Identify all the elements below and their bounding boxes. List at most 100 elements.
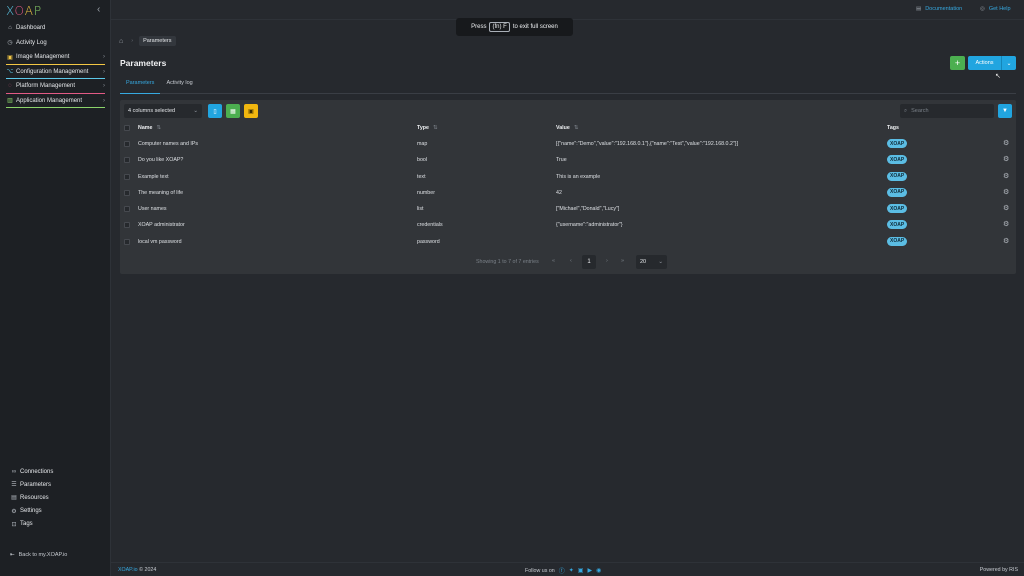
- cell-type: number: [417, 190, 435, 196]
- book-icon: ▤: [916, 6, 921, 12]
- sidebar-item-parameters[interactable]: ☰ Parameters: [0, 478, 111, 491]
- page-size-select[interactable]: 20 ⌄: [636, 255, 667, 269]
- fullscreen-toast: Press (fn) F to exit full screen: [456, 18, 573, 36]
- toast-key: (fn) F: [489, 22, 509, 32]
- sidebar-item-dashboard[interactable]: ⌂ Dashboard: [0, 21, 111, 36]
- table-row[interactable]: Do you like XOAP? bool True XOAP ⚙: [120, 152, 1016, 168]
- sidebar-item-configuration-management[interactable]: ⌥ Configuration Management ›: [0, 65, 111, 80]
- home-icon[interactable]: ⌂: [119, 38, 123, 45]
- columns-select[interactable]: 4 columns selected ⌄: [124, 104, 202, 118]
- actions-button[interactable]: Actions ⌄: [968, 56, 1016, 70]
- config-icon: ⌥: [6, 68, 14, 75]
- breadcrumb: ⌂ › Parameters: [119, 36, 176, 46]
- tab-activity-log[interactable]: Activity log: [160, 76, 198, 94]
- cell-value: {"username":"administrator"}: [556, 222, 623, 228]
- export-copy-button[interactable]: ▯: [208, 104, 222, 118]
- row-checkbox[interactable]: [124, 141, 130, 147]
- back-to-my-xoap-link[interactable]: ⇤ Back to my.XOAP.io: [10, 552, 67, 558]
- xoap-logo[interactable]: XOAP: [6, 4, 42, 18]
- table-row[interactable]: XOAP administrator credentials {"usernam…: [120, 217, 1016, 233]
- page-size-value: 20: [640, 259, 646, 265]
- sidebar-item-settings[interactable]: ⚙ Settings: [0, 505, 111, 518]
- tab-parameters[interactable]: Parameters: [120, 76, 160, 94]
- gear-icon[interactable]: ⚙: [1003, 155, 1009, 163]
- sidebar-item-tags[interactable]: ⊡ Tags: [0, 518, 111, 531]
- header-value[interactable]: Value⇅: [556, 125, 578, 131]
- table-row[interactable]: Computer names and IPs map [{"name":"Dem…: [120, 136, 1016, 152]
- gear-icon[interactable]: ⚙: [1003, 172, 1009, 180]
- apps-icon: ▥: [6, 97, 14, 104]
- xoap-io-link[interactable]: XOAP.io: [118, 567, 138, 573]
- excel-icon: ▦: [230, 108, 236, 115]
- row-checkbox[interactable]: [124, 157, 130, 163]
- add-parameter-button[interactable]: +: [950, 56, 965, 70]
- select-all-checkbox[interactable]: [124, 125, 130, 131]
- twitter-icon[interactable]: ✦: [569, 567, 574, 574]
- footer-follow: Follow us on ⓕ ✦ ▣ ▶ ◉: [525, 566, 601, 575]
- sidebar-item-label: Dashboard: [16, 25, 45, 31]
- current-page-button[interactable]: 1: [582, 255, 596, 269]
- tag-badge: XOAP: [887, 139, 907, 148]
- sidebar-item-label: Connections: [20, 469, 53, 475]
- prev-page-icon[interactable]: ‹: [570, 258, 572, 264]
- tag-icon: ⊡: [10, 521, 18, 528]
- table-row[interactable]: Example text text This is an example XOA…: [120, 169, 1016, 185]
- footer-copyright: XOAP.io © 2024: [118, 567, 156, 573]
- search-input[interactable]: ⌕ Search: [900, 104, 994, 118]
- row-checkbox[interactable]: [124, 206, 130, 212]
- sort-icon: ⇅: [433, 125, 437, 131]
- export-excel-button[interactable]: ▦: [226, 104, 240, 118]
- gear-icon[interactable]: ⚙: [1003, 204, 1009, 212]
- facebook-icon[interactable]: ⓕ: [559, 566, 565, 575]
- cell-name: The meaning of life: [138, 190, 183, 196]
- sidebar-item-connections[interactable]: ∞ Connections: [0, 465, 111, 478]
- gear-icon[interactable]: ⚙: [1003, 188, 1009, 196]
- link-icon: ∞: [10, 469, 18, 475]
- pagination: Showing 1 to 7 of 7 entries « ‹ 1 › » 20…: [120, 254, 1016, 270]
- sidebar-item-activity-log[interactable]: ◷ Activity Log: [0, 36, 111, 51]
- row-checkbox[interactable]: [124, 239, 130, 245]
- sidebar-item-resources[interactable]: ▤ Resources: [0, 491, 111, 504]
- documentation-label: Documentation: [925, 6, 962, 12]
- header-name[interactable]: Name⇅: [138, 125, 161, 131]
- breadcrumb-separator: ›: [131, 38, 133, 44]
- tag-badge: XOAP: [887, 237, 907, 246]
- chevron-down-icon[interactable]: ⌄: [1002, 60, 1016, 67]
- copyright-text: © 2024: [139, 567, 156, 573]
- sidebar-item-image-management[interactable]: ▣ Image Management ›: [0, 50, 111, 65]
- filter-button[interactable]: ▼: [998, 104, 1012, 118]
- table-row[interactable]: local vm password password XOAP ⚙: [120, 234, 1016, 250]
- cell-value: This is an example: [556, 174, 600, 180]
- table-row[interactable]: User names list ["Michael","Donald","Luc…: [120, 201, 1016, 217]
- tag-badge: XOAP: [887, 220, 907, 229]
- table-row[interactable]: The meaning of life number 42 XOAP ⚙: [120, 185, 1016, 201]
- first-page-icon[interactable]: «: [552, 258, 555, 264]
- sidebar-item-platform-management[interactable]: ◌ Platform Management ›: [0, 79, 111, 94]
- tabs: Parameters Activity log: [120, 76, 1016, 94]
- get-help-link[interactable]: ◎ Get Help: [980, 6, 1011, 12]
- sidebar: XOAP ‹ ⌂ Dashboard ◷ Activity Log ▣ Imag…: [0, 0, 111, 576]
- gear-icon[interactable]: ⚙: [1003, 237, 1009, 245]
- collapse-sidebar-icon[interactable]: ‹: [97, 4, 100, 15]
- row-checkbox[interactable]: [124, 190, 130, 196]
- export-csv-button[interactable]: ▣: [244, 104, 258, 118]
- tag-badge: XOAP: [887, 155, 907, 164]
- sidebar-item-label: Parameters: [20, 482, 51, 488]
- gear-icon[interactable]: ⚙: [1003, 220, 1009, 228]
- row-checkbox[interactable]: [124, 174, 130, 180]
- header-type[interactable]: Type⇅: [417, 125, 437, 131]
- documentation-link[interactable]: ▤ Documentation: [916, 6, 962, 12]
- cell-name: Computer names and IPs: [138, 141, 198, 147]
- toast-suffix: to exit full screen: [513, 24, 558, 30]
- sidebar-item-application-management[interactable]: ▥ Application Management ›: [0, 94, 111, 109]
- cell-type: list: [417, 206, 423, 212]
- youtube-icon[interactable]: ▶: [587, 567, 592, 574]
- last-page-icon[interactable]: »: [621, 258, 624, 264]
- linkedin-icon[interactable]: ▣: [578, 567, 584, 574]
- github-icon[interactable]: ◉: [596, 567, 601, 574]
- row-checkbox[interactable]: [124, 222, 130, 228]
- next-page-icon[interactable]: ›: [606, 258, 608, 264]
- search-icon: ⌕: [904, 108, 907, 115]
- section-underline: [6, 107, 105, 108]
- gear-icon[interactable]: ⚙: [1003, 139, 1009, 147]
